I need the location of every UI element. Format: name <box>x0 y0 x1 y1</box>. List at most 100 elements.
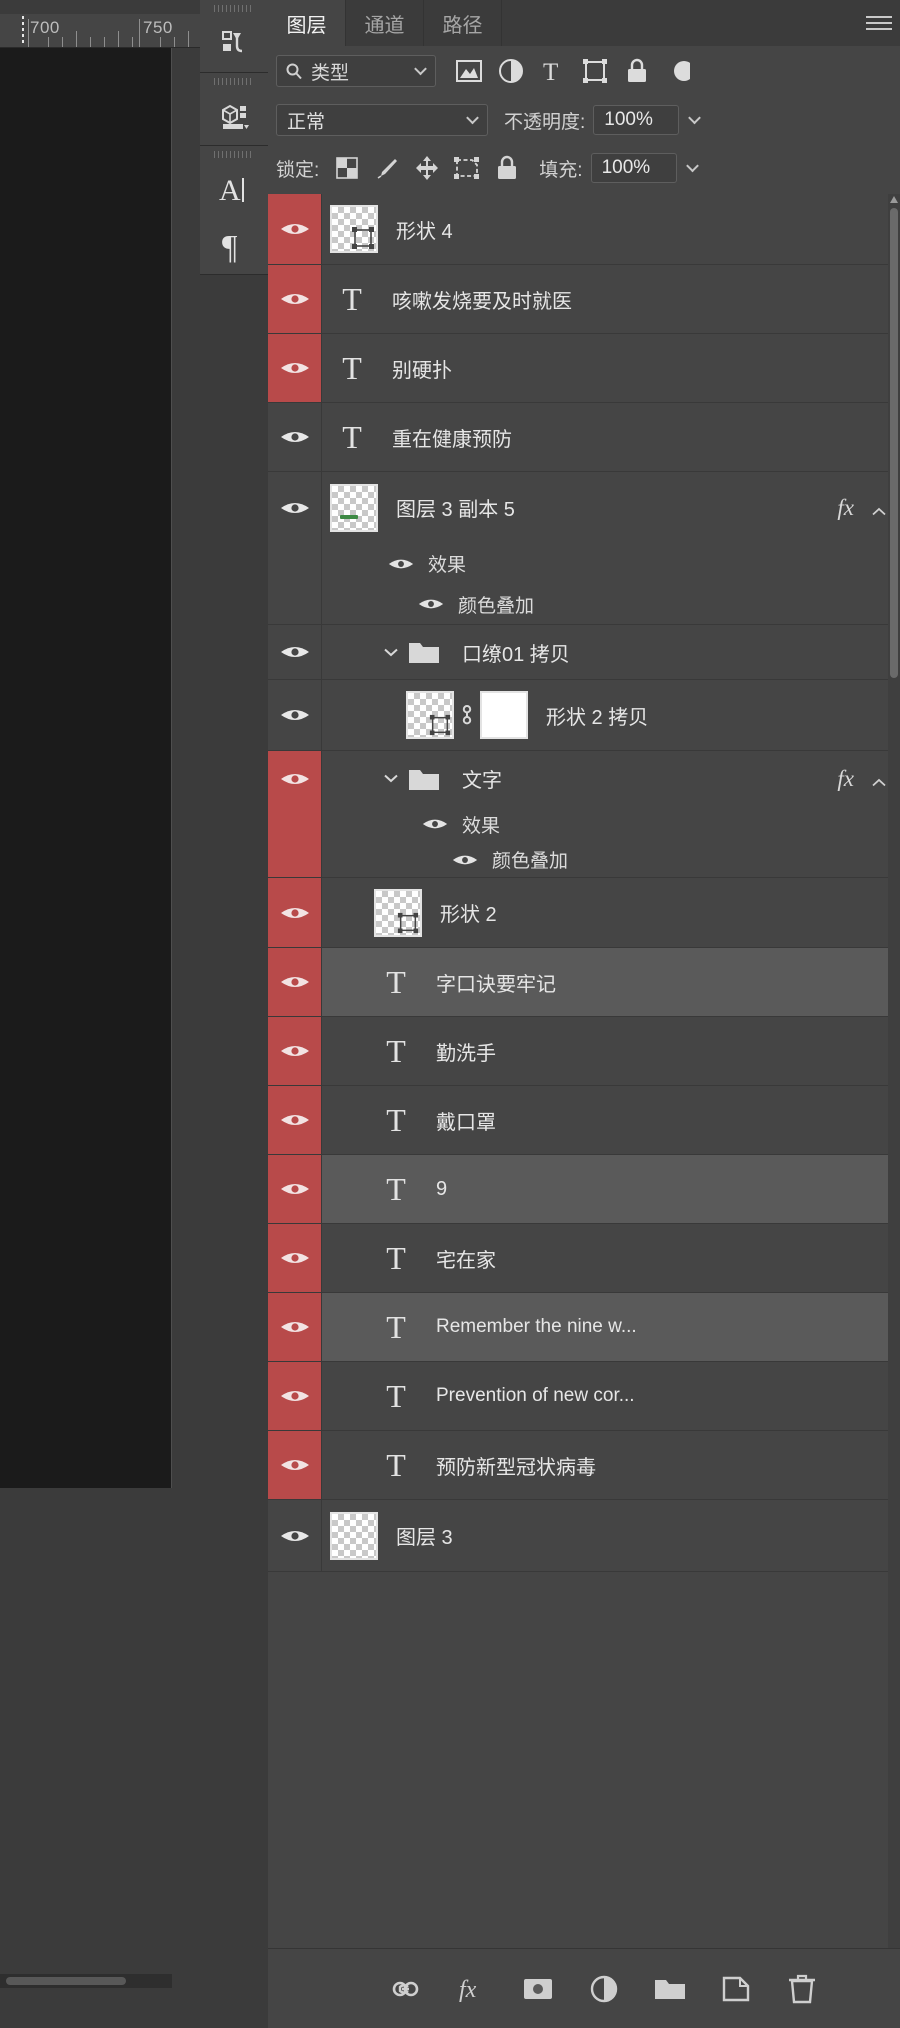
opacity-stepper-chevron[interactable] <box>685 105 702 135</box>
layer-visibility-toggle[interactable] <box>268 1086 322 1154</box>
3d-properties-icon[interactable] <box>200 89 268 145</box>
chevron-up-icon[interactable] <box>872 774 886 786</box>
layer-row-body[interactable]: 口缭01 拷贝 <box>322 625 900 679</box>
layer-thumbnail[interactable] <box>330 1511 378 1560</box>
layer-row-body[interactable]: 形状 2 <box>322 878 900 947</box>
table-row[interactable]: T 咳嗽发烧要及时就医 <box>268 265 900 334</box>
fill-input[interactable]: 100% <box>590 153 677 183</box>
fill-stepper-chevron[interactable] <box>683 153 699 183</box>
layer-list-scrollbar-thumb[interactable] <box>890 208 898 678</box>
dock-grip-3[interactable] <box>200 146 268 162</box>
dock-grip[interactable] <box>200 0 268 16</box>
layer-visibility-toggle[interactable] <box>268 1155 322 1223</box>
layer-effects-badge[interactable]: fx <box>837 495 854 521</box>
chevron-up-icon[interactable] <box>872 503 886 515</box>
table-row[interactable]: T Remember the nine w... <box>268 1293 900 1362</box>
layer-effects-badge[interactable]: fx <box>837 766 854 792</box>
lock-position-icon[interactable] <box>407 150 447 186</box>
layer-visibility-toggle[interactable] <box>268 1500 322 1571</box>
layer-row-body[interactable]: T Remember the nine w... <box>322 1293 900 1361</box>
opacity-input[interactable]: 100% <box>593 105 680 135</box>
document-canvas[interactable] <box>0 48 172 1488</box>
layer-row-body[interactable]: T 别硬扑 <box>322 334 900 402</box>
layer-visibility-toggle[interactable] <box>268 472 322 543</box>
layer-row-body[interactable]: T 戴口罩 <box>322 1086 900 1154</box>
shape-layer-filter-icon[interactable] <box>574 51 616 91</box>
layer-thumbnail[interactable] <box>374 888 422 937</box>
filter-toggle-icon[interactable] <box>658 51 700 91</box>
lock-image-pixels-icon[interactable] <box>367 150 407 186</box>
table-row[interactable]: T 9 <box>268 1155 900 1224</box>
layer-effect-group-row[interactable]: 效果 <box>268 543 900 584</box>
history-icon[interactable] <box>200 16 268 72</box>
new-adjustment-layer-icon[interactable] <box>582 1967 626 2011</box>
layer-row-body[interactable]: T 重在健康预防 <box>322 403 900 471</box>
table-row[interactable]: T 预防新型冠状病毒 <box>268 1431 900 1500</box>
horizontal-scrollbar-thumb[interactable] <box>6 1977 126 1985</box>
table-row[interactable]: T 勤洗手 <box>268 1017 900 1086</box>
layer-effect-row[interactable]: 颜色叠加 <box>268 584 900 625</box>
layer-row-body[interactable]: T 咳嗽发烧要及时就医 <box>322 265 900 333</box>
layer-mask-thumbnail[interactable] <box>480 691 528 739</box>
layer-filter-type-select[interactable]: 类型 <box>276 55 436 87</box>
effect-visibility-toggle[interactable] <box>448 852 482 868</box>
layer-row-body[interactable]: 形状 2 拷贝 <box>322 680 900 750</box>
table-row[interactable]: T 重在健康预防 <box>268 403 900 472</box>
add-layer-style-icon[interactable]: fx <box>450 1967 494 2011</box>
tab-layers[interactable]: 图层 <box>268 0 346 46</box>
lock-artboard-nesting-icon[interactable] <box>447 150 487 186</box>
dock-grip-2[interactable] <box>200 73 268 89</box>
layer-row-body[interactable]: 图层 3 <box>322 1500 900 1571</box>
add-layer-mask-icon[interactable] <box>516 1967 560 2011</box>
table-row[interactable]: T 戴口罩 <box>268 1086 900 1155</box>
layer-visibility-toggle[interactable] <box>268 1017 322 1085</box>
blend-mode-select[interactable]: 正常 <box>276 104 488 136</box>
layer-thumbnail[interactable] <box>330 205 378 253</box>
table-row[interactable]: 形状 2 拷贝 <box>268 680 900 751</box>
table-row[interactable]: 图层 3 <box>268 1500 900 1572</box>
layer-row-body[interactable]: T 宅在家 <box>322 1224 900 1292</box>
layer-effect-group-row[interactable]: 效果 <box>268 806 900 842</box>
layer-row-body[interactable]: T 字口诀要牢记 <box>322 948 900 1016</box>
layer-visibility-toggle[interactable] <box>268 1224 322 1292</box>
table-row[interactable]: 文字 fx <box>268 751 900 806</box>
table-row[interactable]: T Prevention of new cor... <box>268 1362 900 1431</box>
layer-row-body[interactable]: 图层 3 副本 5 fx <box>322 472 900 543</box>
delete-layer-icon[interactable] <box>780 1967 824 2011</box>
layer-thumbnail[interactable] <box>406 691 454 739</box>
layer-effect-row[interactable]: 颜色叠加 <box>268 842 900 878</box>
table-row[interactable]: 形状 4 <box>268 194 900 265</box>
layer-list-scrollbar[interactable] <box>888 194 900 1948</box>
link-layers-icon[interactable] <box>384 1967 428 2011</box>
table-row[interactable]: T 字口诀要牢记 <box>268 948 900 1017</box>
table-row[interactable]: T 宅在家 <box>268 1224 900 1293</box>
effect-visibility-toggle[interactable] <box>384 556 418 572</box>
new-layer-icon[interactable] <box>714 1967 758 2011</box>
layer-list[interactable]: 形状 4 T 咳嗽发烧要及时就医 T 别硬扑 T 重在健康预防 图层 3 副本 … <box>268 194 900 1948</box>
layer-row-body[interactable]: T Prevention of new cor... <box>322 1362 900 1430</box>
paragraph-icon[interactable]: ¶ <box>200 218 268 274</box>
layer-row-body[interactable]: T 预防新型冠状病毒 <box>322 1431 900 1499</box>
layer-visibility-toggle[interactable] <box>268 680 322 750</box>
table-row[interactable]: T 别硬扑 <box>268 334 900 403</box>
layer-row-body[interactable]: T 勤洗手 <box>322 1017 900 1085</box>
layer-row-body[interactable]: 文字 fx <box>322 751 900 806</box>
layer-visibility-toggle[interactable] <box>268 265 322 333</box>
layer-visibility-toggle[interactable] <box>268 878 322 947</box>
type-layer-filter-icon[interactable]: T <box>532 51 574 91</box>
layer-visibility-toggle[interactable] <box>268 334 322 402</box>
table-row[interactable]: 口缭01 拷贝 <box>268 625 900 680</box>
link-icon[interactable] <box>454 702 480 728</box>
layer-row-body[interactable]: T 9 <box>322 1155 900 1223</box>
chevron-down-icon-group[interactable] <box>378 648 404 657</box>
layer-visibility-toggle[interactable] <box>268 403 322 471</box>
horizontal-scrollbar[interactable] <box>0 1974 172 1988</box>
horizontal-ruler[interactable]: 700 750 <box>0 14 200 48</box>
layer-visibility-toggle[interactable] <box>268 1431 322 1499</box>
layer-visibility-toggle[interactable] <box>268 625 322 679</box>
layer-visibility-toggle[interactable] <box>268 751 322 806</box>
layer-row-body[interactable]: 形状 4 <box>322 194 900 264</box>
tab-channels[interactable]: 通道 <box>346 0 424 46</box>
layer-visibility-toggle[interactable] <box>268 194 322 264</box>
effect-visibility-toggle[interactable] <box>414 596 448 612</box>
